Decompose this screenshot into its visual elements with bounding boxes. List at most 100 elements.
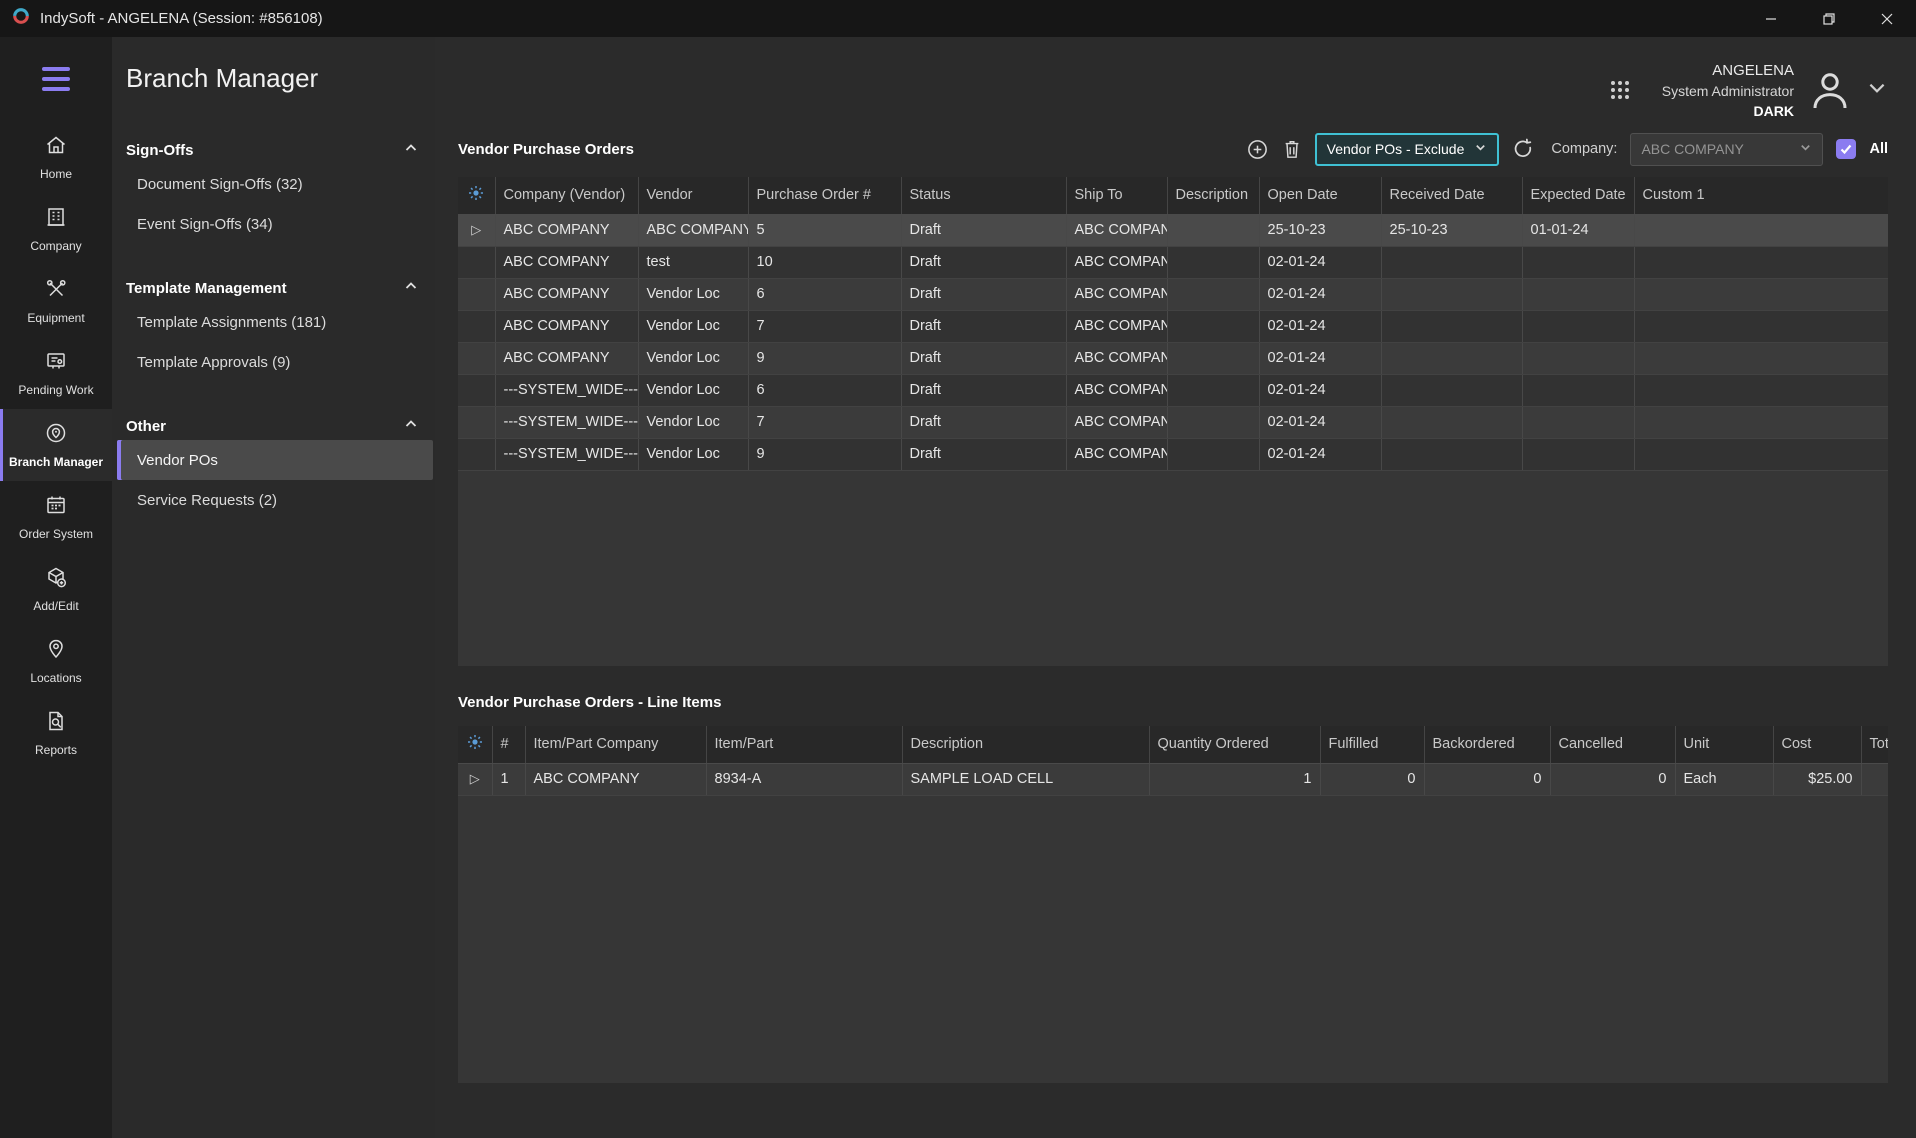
nav-item-document-sign-offs-32[interactable]: Document Sign-Offs (32) bbox=[117, 164, 433, 204]
column-header-backordered[interactable]: Backordered bbox=[1424, 726, 1550, 763]
trash-icon[interactable] bbox=[1282, 138, 1302, 160]
po-section-title: Vendor Purchase Orders bbox=[458, 141, 634, 158]
nav-item-label: Template Assignments (181) bbox=[137, 314, 326, 331]
column-header-company-vendor[interactable]: Company (Vendor) bbox=[495, 177, 638, 214]
sidebar-item-branch-manager[interactable]: Branch Manager bbox=[0, 409, 112, 481]
cell: 02-01-24 bbox=[1259, 374, 1381, 406]
po-table: Company (Vendor)VendorPurchase Order #St… bbox=[458, 177, 1888, 471]
all-checkbox[interactable] bbox=[1836, 139, 1856, 159]
cell bbox=[1167, 246, 1259, 278]
cell: ABC COMPANY bbox=[1066, 342, 1167, 374]
apps-grid-icon[interactable] bbox=[1608, 78, 1632, 102]
cell: 02-01-24 bbox=[1259, 342, 1381, 374]
po-filter-value: Vendor POs - Exclude bbox=[1327, 141, 1465, 157]
column-header-received-date[interactable]: Received Date bbox=[1381, 177, 1522, 214]
column-header-vendor[interactable]: Vendor bbox=[638, 177, 748, 214]
all-checkbox-label[interactable]: All bbox=[1869, 141, 1888, 157]
sidebar-item-reports[interactable]: Reports bbox=[0, 697, 112, 769]
column-header-status[interactable]: Status bbox=[901, 177, 1066, 214]
column-header-description[interactable]: Description bbox=[1167, 177, 1259, 214]
cell bbox=[1381, 278, 1522, 310]
cell: ABC COMPANY bbox=[1066, 438, 1167, 470]
chevron-up-icon bbox=[403, 416, 419, 436]
row-indicator-cell bbox=[458, 342, 495, 374]
cell: Draft bbox=[901, 278, 1066, 310]
column-header-[interactable]: # bbox=[492, 726, 525, 763]
row-indicator-cell: ▷ bbox=[458, 763, 492, 795]
table-row[interactable]: ---SYSTEM_WIDE---Vendor Loc6DraftABC COM… bbox=[458, 374, 1888, 406]
table-row[interactable]: ABC COMPANYtest10DraftABC COMPANY02-01-2… bbox=[458, 246, 1888, 278]
column-header-expected-date[interactable]: Expected Date bbox=[1522, 177, 1634, 214]
nav-item-service-requests-2[interactable]: Service Requests (2) bbox=[117, 480, 433, 520]
nav-section-header-sign-offs[interactable]: Sign-Offs bbox=[112, 136, 435, 164]
nav-item-template-approvals-9[interactable]: Template Approvals (9) bbox=[117, 342, 433, 382]
column-header-quantity-ordered[interactable]: Quantity Ordered bbox=[1149, 726, 1320, 763]
sidebar-item-pending-work[interactable]: Pending Work bbox=[0, 337, 112, 409]
cell bbox=[1381, 374, 1522, 406]
column-header-unit[interactable]: Unit bbox=[1675, 726, 1773, 763]
column-header-custom-1[interactable]: Custom 1 bbox=[1634, 177, 1888, 214]
nav-item-vendor-pos[interactable]: Vendor POs bbox=[117, 440, 433, 480]
minimize-button[interactable] bbox=[1742, 0, 1800, 37]
reset-icon[interactable] bbox=[1512, 138, 1534, 160]
column-header-description[interactable]: Description bbox=[902, 726, 1149, 763]
po-filter-dropdown[interactable]: Vendor POs - Exclude bbox=[1315, 133, 1500, 166]
chevron-down-icon bbox=[1799, 141, 1812, 157]
column-header-purchase-order[interactable]: Purchase Order # bbox=[748, 177, 901, 214]
cell: ABC COMPANY bbox=[495, 246, 638, 278]
nav-item-label: Template Approvals (9) bbox=[137, 354, 290, 371]
column-header-open-date[interactable]: Open Date bbox=[1259, 177, 1381, 214]
sidebar-item-company[interactable]: Company bbox=[0, 193, 112, 265]
table-row[interactable]: ---SYSTEM_WIDE---Vendor Loc7DraftABC COM… bbox=[458, 406, 1888, 438]
table-row[interactable]: ▷1ABC COMPANY8934-ASAMPLE LOAD CELL1000E… bbox=[458, 763, 1888, 795]
profile-chevron-down-icon[interactable] bbox=[1866, 77, 1888, 104]
hamburger-menu-button[interactable] bbox=[0, 37, 112, 121]
row-indicator-cell: ▷ bbox=[458, 214, 495, 246]
nav-section-header-template-management[interactable]: Template Management bbox=[112, 274, 435, 302]
table-row[interactable]: ▷ABC COMPANYABC COMPANY5DraftABC COMPANY… bbox=[458, 214, 1888, 246]
sidebar-item-label: Equipment bbox=[27, 311, 84, 325]
sidebar-item-home[interactable]: Home bbox=[0, 121, 112, 193]
nav-item-template-assignments-181[interactable]: Template Assignments (181) bbox=[117, 302, 433, 342]
column-header-ship-to[interactable]: Ship To bbox=[1066, 177, 1167, 214]
column-chooser-icon[interactable] bbox=[468, 189, 484, 205]
restore-button[interactable] bbox=[1800, 0, 1858, 37]
column-chooser-icon[interactable] bbox=[467, 738, 483, 754]
table-row[interactable]: ABC COMPANYVendor Loc7DraftABC COMPANY02… bbox=[458, 310, 1888, 342]
cell bbox=[1634, 374, 1888, 406]
column-header-item-part[interactable]: Item/Part bbox=[706, 726, 902, 763]
column-header-tot[interactable]: Tot bbox=[1861, 726, 1888, 763]
column-header-fulfilled[interactable]: Fulfilled bbox=[1320, 726, 1424, 763]
table-row[interactable]: ---SYSTEM_WIDE---Vendor Loc9DraftABC COM… bbox=[458, 438, 1888, 470]
sidebar-item-label: Reports bbox=[35, 743, 77, 757]
cell: 02-01-24 bbox=[1259, 278, 1381, 310]
column-header-cancelled[interactable]: Cancelled bbox=[1550, 726, 1675, 763]
column-header-item-part-company[interactable]: Item/Part Company bbox=[525, 726, 706, 763]
sidebar-item-label: Add/Edit bbox=[33, 599, 78, 613]
expand-row-icon[interactable]: ▷ bbox=[470, 771, 480, 786]
cell: ABC COMPANY bbox=[1066, 214, 1167, 246]
theme-toggle[interactable]: DARK bbox=[1754, 103, 1794, 119]
sidebar-item-label: Locations bbox=[30, 671, 81, 685]
sidebar-item-locations[interactable]: Locations bbox=[0, 625, 112, 697]
sidebar-item-add-edit[interactable]: Add/Edit bbox=[0, 553, 112, 625]
sidebar-item-order-system[interactable]: Order System bbox=[0, 481, 112, 553]
column-header-cost[interactable]: Cost bbox=[1773, 726, 1861, 763]
sidebar-item-equipment[interactable]: Equipment bbox=[0, 265, 112, 337]
cell: 25-10-23 bbox=[1259, 214, 1381, 246]
table-row[interactable]: ABC COMPANYVendor Loc9DraftABC COMPANY02… bbox=[458, 342, 1888, 374]
expand-row-icon[interactable]: ▷ bbox=[471, 222, 481, 237]
table-row[interactable]: ABC COMPANYVendor Loc6DraftABC COMPANY02… bbox=[458, 278, 1888, 310]
cell: ABC COMPANY bbox=[1066, 310, 1167, 342]
nav-item-event-sign-offs-34[interactable]: Event Sign-Offs (34) bbox=[117, 204, 433, 244]
cell bbox=[1522, 342, 1634, 374]
company-dropdown[interactable]: ABC COMPANY bbox=[1630, 133, 1823, 166]
cell: 7 bbox=[748, 310, 901, 342]
nav-item-label: Document Sign-Offs (32) bbox=[137, 176, 303, 193]
close-button[interactable] bbox=[1858, 0, 1916, 37]
cell bbox=[1634, 342, 1888, 374]
add-circle-icon[interactable] bbox=[1246, 138, 1269, 161]
line-items-grid-container: #Item/Part CompanyItem/PartDescriptionQu… bbox=[458, 726, 1888, 1083]
nav-section-header-other[interactable]: Other bbox=[112, 412, 435, 440]
user-avatar-icon[interactable] bbox=[1806, 66, 1854, 114]
